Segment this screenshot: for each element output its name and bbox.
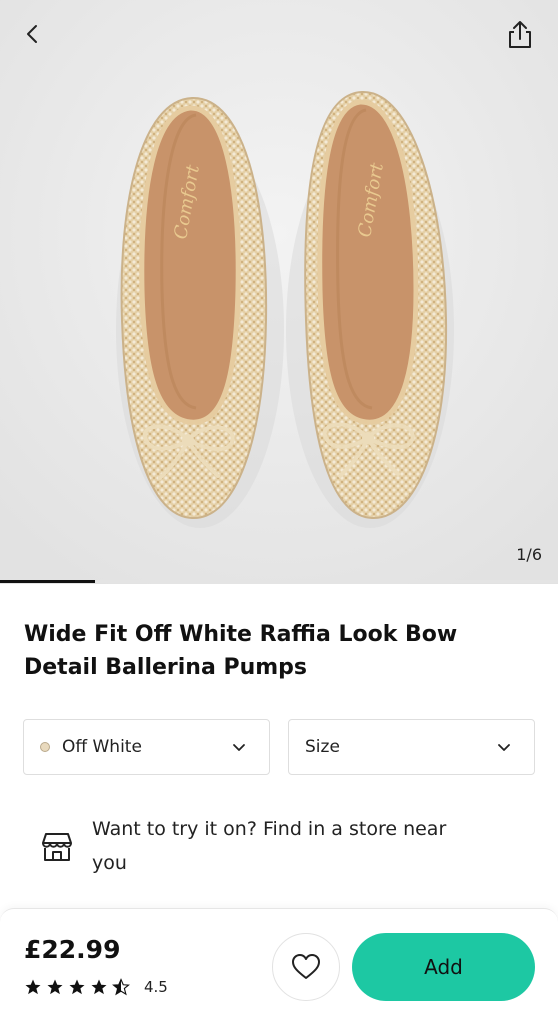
find-in-store-link[interactable]: Want to try it on? Find in a store near … (40, 812, 510, 882)
star-icon (91, 979, 107, 995)
colour-select[interactable]: Off White (23, 719, 270, 775)
gallery-progress-fill (0, 580, 95, 583)
chevron-down-icon (233, 744, 245, 751)
star-icon (47, 979, 63, 995)
gallery-progress (0, 580, 558, 583)
product-image: Comfort Comfort (0, 0, 558, 584)
store-icon (42, 833, 72, 861)
add-to-bag-button[interactable]: Add (352, 933, 535, 1001)
chevron-down-icon (498, 744, 510, 751)
half-star-icon (112, 978, 130, 996)
rating-value: 4.5 (144, 978, 168, 996)
star-icon (25, 979, 41, 995)
colour-select-value: Off White (62, 737, 142, 757)
back-button[interactable] (12, 14, 52, 54)
purchase-bar: £22.99 4.5 Add (0, 908, 558, 1025)
heart-icon (292, 954, 320, 979)
wishlist-button[interactable] (272, 933, 340, 1001)
image-counter: 1/6 (516, 545, 542, 564)
size-select-value: Size (305, 737, 340, 757)
share-button[interactable] (500, 14, 540, 54)
price: £22.99 (24, 935, 121, 964)
chevron-left-icon (27, 25, 37, 43)
rating-stars: 4.5 (24, 978, 168, 996)
star-icon (69, 979, 85, 995)
find-in-store-text: Want to try it on? Find in a store near … (92, 818, 447, 874)
share-icon (509, 21, 531, 48)
colour-swatch (40, 742, 50, 752)
size-select[interactable]: Size (288, 719, 535, 775)
product-title: Wide Fit Off White Raffia Look Bow Detai… (24, 622, 458, 680)
product-image-gallery[interactable]: Comfort Comfort 1/6 (0, 0, 558, 584)
